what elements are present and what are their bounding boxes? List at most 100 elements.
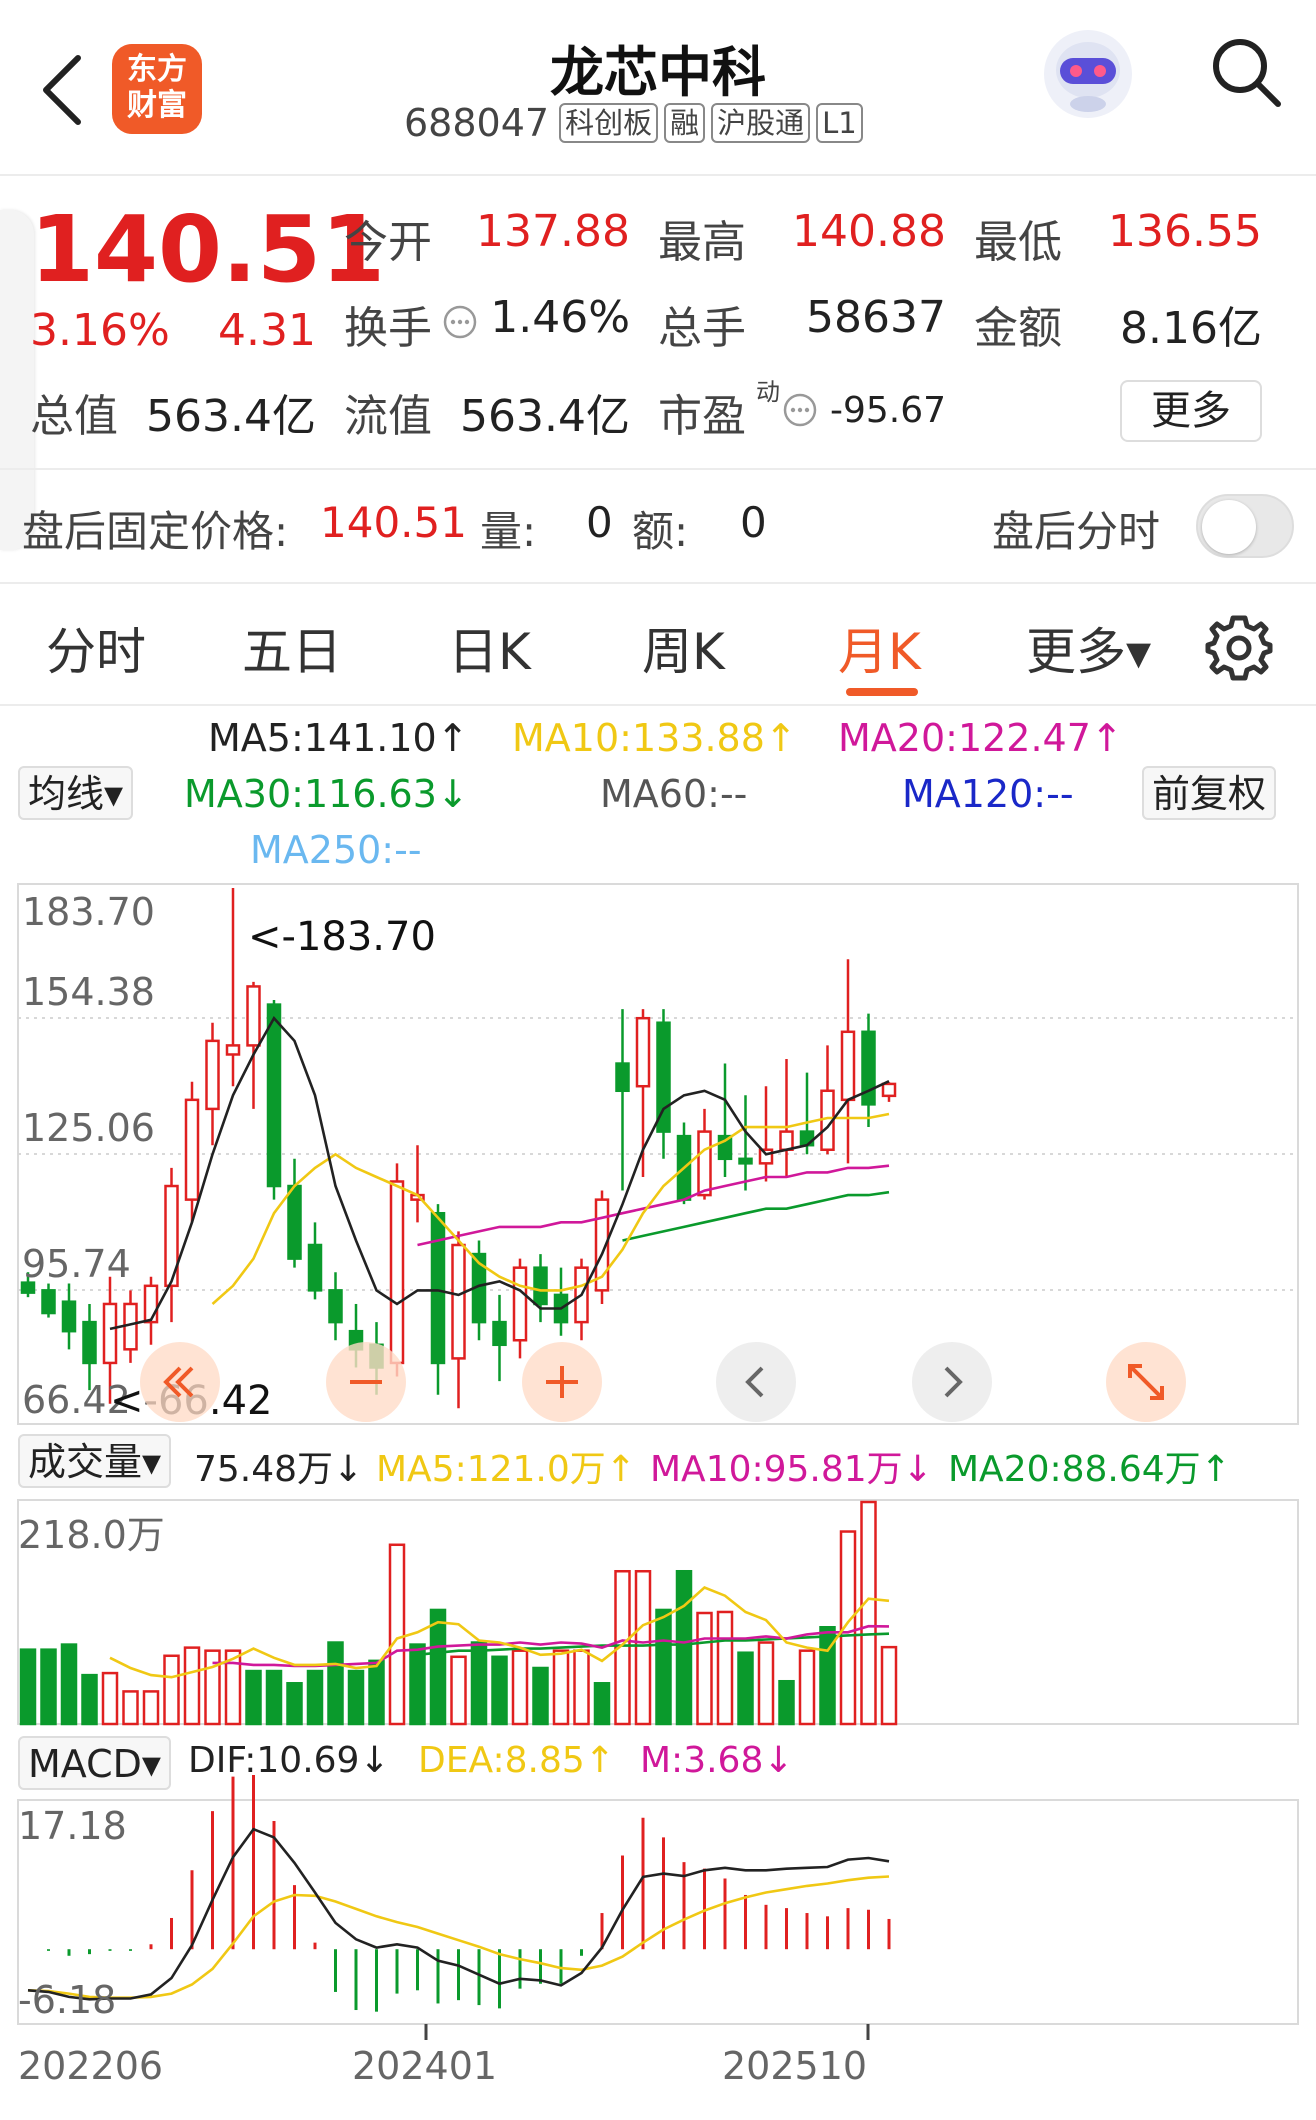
- double-chevron-left-icon: [163, 1366, 194, 1398]
- volume-current: 75.48万↓: [194, 1449, 364, 1490]
- volume-bar: [532, 1666, 549, 1726]
- candle-body: [492, 1320, 507, 1347]
- candle-body: [533, 1266, 548, 1306]
- candle-body: [635, 1016, 651, 1088]
- volume-bar: [491, 1655, 508, 1726]
- volume-bar: [757, 1641, 775, 1726]
- volume-bar: [142, 1690, 160, 1726]
- volume-bar: [860, 1500, 877, 1726]
- candle-body: [512, 1266, 528, 1342]
- volume-bar: [306, 1669, 324, 1726]
- macd-panel-frame: [17, 1799, 1299, 2025]
- ma5-line: [109, 1015, 890, 1331]
- candle-body: [697, 1130, 712, 1197]
- macd-dea: DEA:8.85↑: [418, 1740, 615, 1781]
- candle-body: [41, 1289, 56, 1315]
- volume-bar: [368, 1659, 385, 1726]
- price-axis-tick: 125.06: [22, 1106, 155, 1150]
- chevron-left-icon: [745, 1366, 764, 1398]
- candle-body: [389, 1180, 405, 1365]
- minus-icon: [350, 1380, 382, 1384]
- volume-bar: [286, 1682, 303, 1726]
- volume-ma10-line: [212, 1624, 890, 1668]
- chevron-right-icon: [944, 1366, 963, 1398]
- candle-body: [328, 1289, 343, 1324]
- candle-body: [287, 1184, 302, 1260]
- volume-axis-max: 218.0万: [18, 1513, 165, 1557]
- volume-bar: [634, 1569, 652, 1726]
- volume-bar: [347, 1669, 365, 1726]
- volume-bar: [265, 1669, 283, 1726]
- volume-bar: [716, 1610, 734, 1726]
- max-price-marker: <-183.70: [248, 914, 436, 960]
- volume-bar: [798, 1649, 816, 1726]
- kline-chart[interactable]: [0, 0, 1316, 2120]
- volume-ma10: MA10:95.81万↓: [650, 1449, 933, 1490]
- volume-bar: [388, 1543, 406, 1726]
- candle-body: [881, 1082, 897, 1098]
- volume-bar: [60, 1643, 78, 1726]
- volume-bar: [552, 1649, 570, 1726]
- volume-ma5: MA5:121.0万↑: [376, 1449, 636, 1490]
- candle-body: [184, 1098, 200, 1201]
- scroll-left-button[interactable]: [716, 1342, 796, 1422]
- fullscreen-button[interactable]: [1106, 1342, 1186, 1422]
- candle-body: [82, 1320, 97, 1365]
- volume-bar: [778, 1679, 795, 1726]
- candle-body: [779, 1130, 794, 1151]
- volume-bar: [696, 1611, 713, 1726]
- candle-body: [307, 1243, 323, 1292]
- scroll-right-button[interactable]: [912, 1342, 992, 1422]
- volume-bar: [40, 1648, 57, 1726]
- ma30-line: [622, 1190, 890, 1242]
- volume-bar: [101, 1671, 119, 1726]
- scroll-start-button[interactable]: [140, 1342, 220, 1422]
- volume-bar: [450, 1655, 467, 1726]
- candle-body: [430, 1211, 446, 1365]
- x-axis-label: 202401: [352, 2044, 498, 2088]
- x-axis-label: 202206: [18, 2044, 164, 2088]
- plus-icon: [546, 1366, 578, 1398]
- x-axis-label: 202510: [722, 2044, 868, 2088]
- candle-body: [451, 1243, 466, 1360]
- candle-body: [758, 1148, 774, 1165]
- volume-bar: [409, 1643, 426, 1726]
- candle-body: [205, 1039, 220, 1111]
- volume-bar: [573, 1649, 590, 1726]
- volume-bar: [327, 1641, 344, 1726]
- macd-axis-max: 17.18: [18, 1804, 127, 1848]
- macd-m: M:3.68↓: [640, 1740, 794, 1781]
- price-axis-tick: 183.70: [22, 890, 155, 934]
- candle-body: [840, 1030, 856, 1102]
- volume-bar: [122, 1690, 139, 1726]
- volume-bar: [470, 1641, 488, 1726]
- volume-bar: [593, 1682, 611, 1726]
- macd-dif: DIF:10.69↓: [188, 1740, 390, 1781]
- volume-bar: [183, 1646, 201, 1726]
- volume-ma20: MA20:88.64万↑: [948, 1449, 1231, 1490]
- candle-body: [102, 1302, 118, 1365]
- volume-bar: [245, 1669, 262, 1726]
- price-axis-tick: 154.38: [22, 970, 155, 1014]
- candle-body: [225, 1044, 241, 1056]
- macd-axis-min: -6.18: [18, 1978, 117, 2022]
- zoom-out-button[interactable]: [326, 1342, 406, 1422]
- macd-indicator-select[interactable]: MACD▾: [18, 1736, 171, 1790]
- candle-body: [615, 1062, 630, 1093]
- volume-bar: [737, 1651, 754, 1726]
- volume-bar: [429, 1608, 447, 1726]
- price-axis-tick: 95.74: [22, 1242, 131, 1286]
- volume-bar: [511, 1649, 529, 1726]
- volume-bar: [675, 1569, 693, 1726]
- volume-indicator-select[interactable]: 成交量▾: [18, 1434, 172, 1488]
- volume-bar: [81, 1673, 98, 1726]
- volume-bar: [19, 1648, 37, 1726]
- volume-bar: [163, 1654, 180, 1726]
- expand-icon: [1128, 1364, 1164, 1400]
- candle-body: [143, 1284, 159, 1324]
- candle-body: [246, 985, 261, 1047]
- candle-body: [266, 1003, 282, 1188]
- volume-bar: [655, 1608, 672, 1726]
- candle-body: [61, 1300, 77, 1333]
- zoom-in-button[interactable]: [522, 1342, 602, 1422]
